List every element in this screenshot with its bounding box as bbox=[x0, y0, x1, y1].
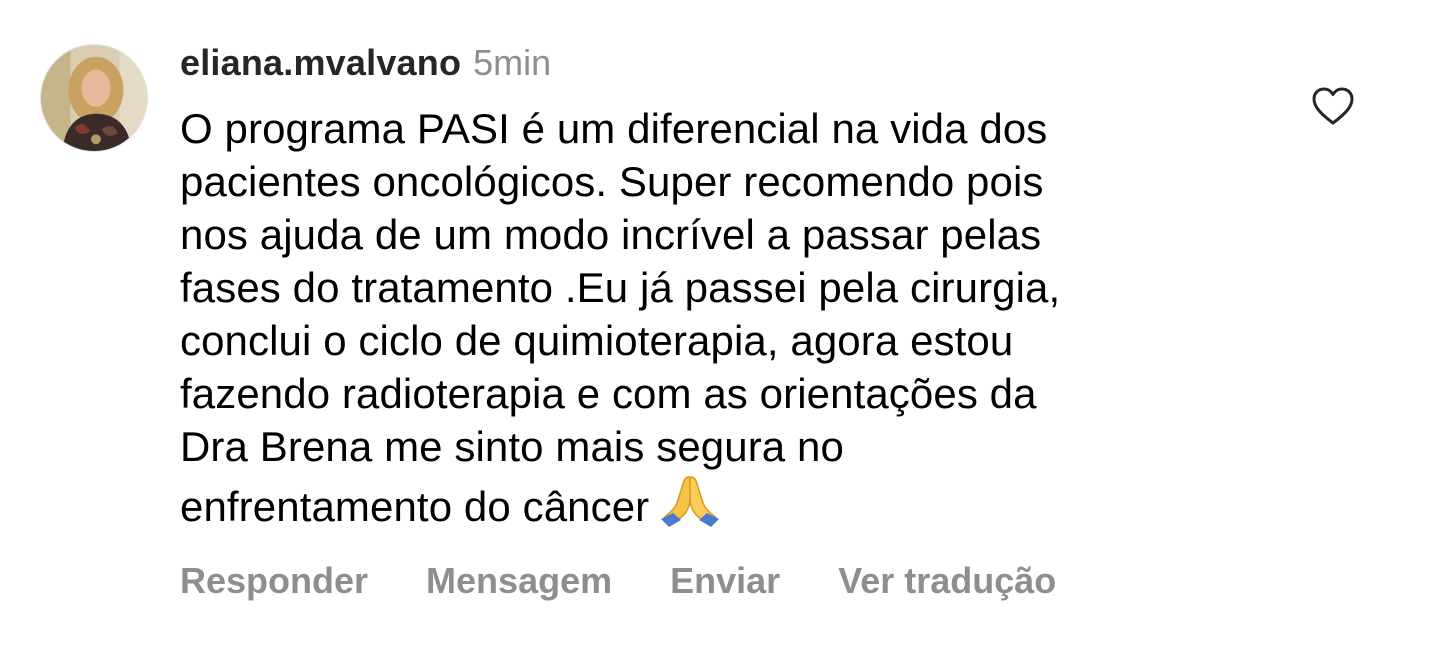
comment-line: Dra Brena me sinto mais segura no bbox=[180, 423, 844, 470]
send-button[interactable]: Enviar bbox=[670, 560, 780, 602]
folded-hands-emoji bbox=[659, 473, 721, 527]
comment-line: nos ajuda de um modo incrível a passar p… bbox=[180, 211, 1042, 258]
comment-line: pacientes oncológicos. Super recomendo p… bbox=[180, 158, 1044, 205]
comment-actions: Responder Mensagem Enviar Ver tradução bbox=[180, 560, 1114, 602]
heart-outline-icon bbox=[1312, 87, 1354, 125]
comment-line: O programa PASI é um diferencial na vida… bbox=[180, 105, 1048, 152]
username[interactable]: eliana.mvalvano bbox=[180, 42, 461, 84]
like-button[interactable] bbox=[1311, 86, 1355, 126]
comment-line: enfrentamento do câncer bbox=[180, 483, 650, 530]
comment-line: conclui o ciclo de quimioterapia, agora … bbox=[180, 317, 1014, 364]
translate-button[interactable]: Ver tradução bbox=[838, 560, 1056, 602]
timestamp: 5min bbox=[473, 42, 552, 83]
comment-line: fases do tratamento .Eu já passei pela c… bbox=[180, 264, 1061, 311]
message-button[interactable]: Mensagem bbox=[426, 560, 612, 602]
comment-header: eliana.mvalvano 5min bbox=[180, 42, 551, 90]
avatar-photo bbox=[41, 45, 147, 151]
comment-text: O programa PASI é um diferencial na vida… bbox=[180, 102, 1240, 533]
comment-line-last: enfrentamento do câncer bbox=[180, 473, 1240, 533]
reply-button[interactable]: Responder bbox=[180, 560, 368, 602]
comment-line: fazendo radioterapia e com as orientaçõe… bbox=[180, 370, 1037, 417]
avatar[interactable] bbox=[40, 44, 148, 152]
